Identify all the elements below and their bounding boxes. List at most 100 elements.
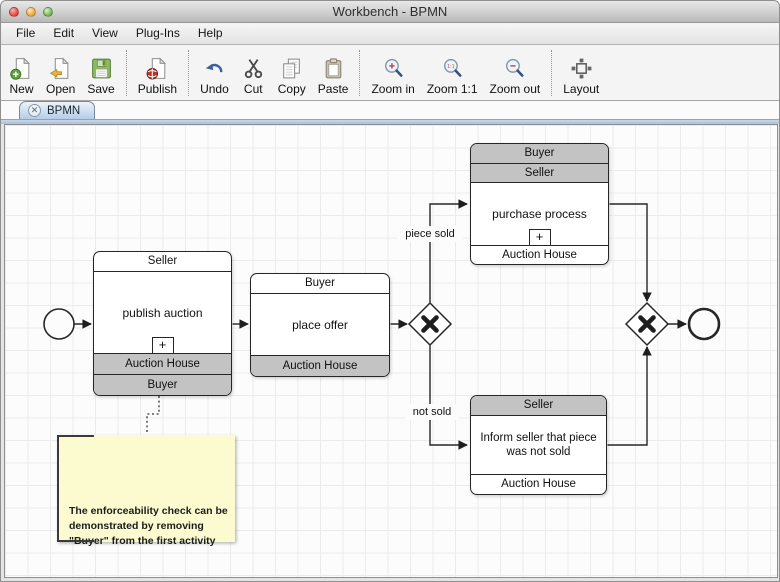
titlebar: Workbench - BPMN bbox=[1, 1, 779, 23]
toolbar-group-layout: Layout bbox=[557, 47, 605, 99]
association-to-annotation[interactable] bbox=[146, 396, 160, 433]
menu-plugins[interactable]: Plug-Ins bbox=[127, 23, 189, 44]
zoom-in-button[interactable]: Zoom in bbox=[365, 47, 420, 99]
tab-bpmn[interactable]: ✕ BPMN bbox=[19, 101, 96, 119]
svg-text:1:1: 1:1 bbox=[447, 64, 455, 70]
menu-edit[interactable]: Edit bbox=[44, 23, 83, 44]
close-icon[interactable]: ✕ bbox=[28, 104, 41, 117]
tab-label: BPMN bbox=[47, 104, 81, 117]
open-button[interactable]: Open bbox=[40, 47, 81, 99]
subprocess-expand-icon[interactable]: + bbox=[151, 337, 174, 354]
toolbar-label: Publish bbox=[137, 82, 178, 96]
copy-button[interactable]: Copy bbox=[272, 47, 312, 99]
lane-buyer: Buyer bbox=[251, 274, 389, 294]
toolbar-label: Zoom 1:1 bbox=[426, 82, 478, 96]
new-button[interactable]: New bbox=[3, 47, 40, 99]
activity-label: publish auction bbox=[122, 305, 203, 320]
open-document-icon bbox=[49, 57, 70, 79]
sequence-flow-inform-to-merge[interactable] bbox=[607, 346, 652, 446]
text-annotation[interactable]: The enforceability check can be demonstr… bbox=[57, 435, 235, 547]
toolbar-label: New bbox=[9, 82, 34, 96]
toolbar-label: Cut bbox=[243, 82, 263, 96]
zoom-actual-icon: 1:1 bbox=[443, 58, 462, 77]
activity-inform-seller[interactable]: Seller Inform seller that piece was not … bbox=[470, 395, 607, 495]
toolbar-label: Zoom out bbox=[489, 82, 541, 96]
activity-body: purchase process + bbox=[471, 183, 608, 246]
toolbar-group-edit: Undo Cut Copy Paste bbox=[194, 47, 354, 99]
toolbar-label: Zoom in bbox=[371, 82, 415, 96]
tabbar: ✕ BPMN bbox=[1, 101, 779, 119]
activity-publish-auction[interactable]: Seller publish auction + Auction House B… bbox=[93, 251, 232, 396]
lane-seller: Seller bbox=[94, 252, 231, 272]
publish-icon bbox=[146, 57, 166, 80]
zoom-out-icon bbox=[506, 58, 524, 77]
sequence-flow-piece-sold[interactable] bbox=[429, 199, 468, 303]
activity-purchase-process[interactable]: Buyer Seller purchase process + Auction … bbox=[470, 143, 609, 265]
toolbar-separator bbox=[551, 50, 553, 96]
paste-button[interactable]: Paste bbox=[312, 47, 355, 99]
toolbar-group-zoom: Zoom in 1:1 Zoom 1:1 Zoom out bbox=[365, 47, 546, 99]
window-title: Workbench - BPMN bbox=[332, 4, 448, 19]
annotation-bracket bbox=[57, 435, 59, 542]
sequence-flow-not-sold[interactable] bbox=[429, 345, 468, 450]
activity-body: Inform seller that piece was not sold bbox=[471, 416, 606, 474]
layout-icon bbox=[571, 58, 592, 79]
toolbar-label: Paste bbox=[317, 82, 349, 96]
subprocess-expand-icon[interactable]: + bbox=[528, 229, 551, 246]
activity-label: Inform seller that piece was not sold bbox=[480, 432, 597, 458]
toolbar-label: Layout bbox=[563, 82, 600, 96]
toolbar: New Open Save Publish Undo Cut Copy Past… bbox=[1, 45, 779, 101]
activity-label: purchase process bbox=[492, 207, 587, 221]
zoom-in-icon bbox=[384, 58, 403, 77]
undo-button[interactable]: Undo bbox=[194, 47, 235, 99]
start-event[interactable] bbox=[43, 308, 75, 340]
paste-icon bbox=[325, 58, 341, 79]
toolbar-label: Save bbox=[87, 82, 115, 96]
toolbar-group-publish: Publish bbox=[132, 47, 183, 99]
activity-body: place offer bbox=[251, 294, 389, 355]
lane-buyer: Buyer bbox=[471, 144, 608, 164]
toolbar-group-file: New Open Save bbox=[3, 47, 121, 99]
annotation-bracket bbox=[57, 435, 94, 437]
undo-icon bbox=[205, 63, 223, 73]
menu-help[interactable]: Help bbox=[189, 23, 232, 44]
activity-place-offer[interactable]: Buyer place offer Auction House bbox=[250, 273, 390, 377]
zoom-out-button[interactable]: Zoom out bbox=[484, 47, 547, 99]
lane-seller: Seller bbox=[471, 164, 608, 183]
menu-file[interactable]: File bbox=[7, 23, 44, 44]
toolbar-separator bbox=[188, 50, 190, 96]
layout-button[interactable]: Layout bbox=[557, 47, 605, 99]
zoom-actual-button[interactable]: 1:1 Zoom 1:1 bbox=[421, 47, 484, 99]
publish-button[interactable]: Publish bbox=[132, 47, 183, 99]
menubar: File Edit View Plug-Ins Help bbox=[1, 23, 779, 45]
diagram-canvas[interactable]: Seller publish auction + Auction House B… bbox=[4, 124, 778, 578]
copy-icon bbox=[283, 58, 301, 79]
lane-auction-house: Auction House bbox=[471, 245, 608, 264]
edge-label-piece-sold: piece sold bbox=[397, 226, 463, 242]
activity-body: publish auction + bbox=[94, 272, 231, 354]
lane-auction-house: Auction House bbox=[94, 353, 231, 374]
new-document-icon bbox=[10, 57, 31, 80]
toolbar-label: Copy bbox=[277, 82, 306, 96]
sequence-flow-purchase-to-merge[interactable] bbox=[609, 203, 652, 302]
save-button[interactable]: Save bbox=[81, 47, 120, 99]
toolbar-label: Open bbox=[46, 82, 76, 96]
lane-auction-house: Auction House bbox=[471, 474, 606, 494]
edge-label-not-sold: not sold bbox=[405, 404, 459, 420]
annotation-bracket bbox=[57, 540, 94, 542]
lane-seller: Seller bbox=[471, 396, 606, 416]
lane-auction-house: Auction House bbox=[251, 355, 389, 376]
end-event[interactable] bbox=[687, 307, 721, 341]
activity-label: place offer bbox=[292, 317, 348, 332]
exclusive-gateway-merge[interactable] bbox=[624, 301, 670, 347]
lane-buyer: Buyer bbox=[94, 374, 231, 395]
menu-view[interactable]: View bbox=[83, 23, 127, 44]
app-window: Workbench - BPMN File Edit View Plug-Ins… bbox=[0, 0, 780, 582]
exclusive-gateway-split[interactable] bbox=[407, 301, 453, 347]
cut-icon bbox=[244, 59, 262, 79]
save-icon bbox=[91, 58, 111, 79]
toolbar-separator bbox=[359, 50, 361, 96]
toolbar-separator bbox=[125, 50, 127, 96]
toolbar-label: Undo bbox=[200, 82, 229, 96]
cut-button[interactable]: Cut bbox=[235, 47, 272, 99]
